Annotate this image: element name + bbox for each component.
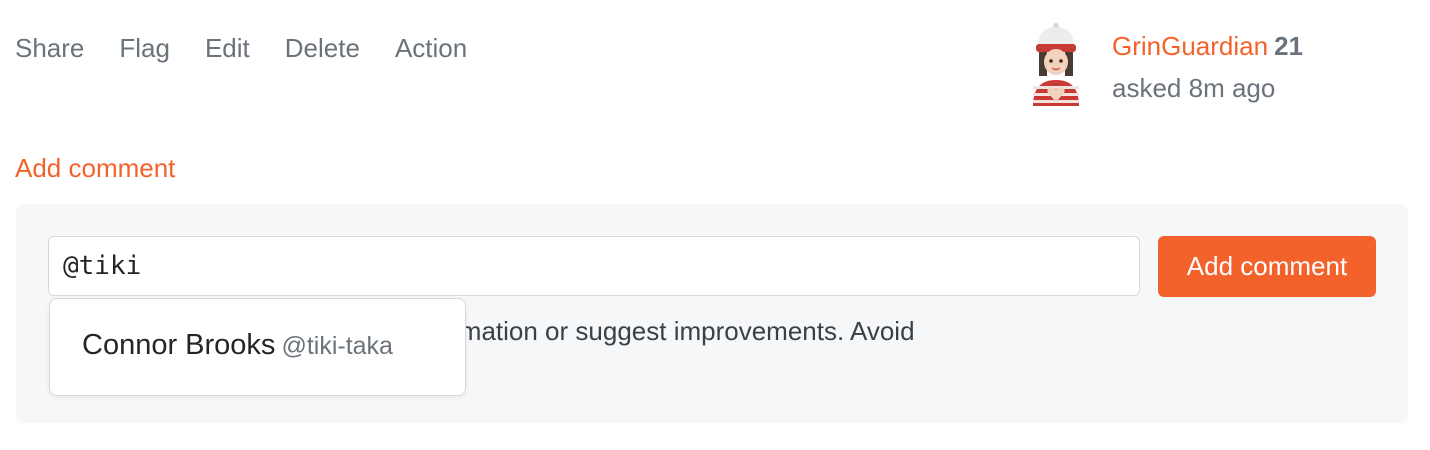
- share-link[interactable]: Share: [15, 30, 84, 66]
- edit-link[interactable]: Edit: [205, 30, 250, 66]
- avatar[interactable]: [1025, 22, 1087, 106]
- mention-user-name: Connor Brooks: [82, 329, 276, 361]
- post-menu: Share Flag Edit Delete Action: [15, 30, 502, 66]
- flag-link[interactable]: Flag: [119, 30, 170, 66]
- comment-input[interactable]: [48, 236, 1140, 296]
- user-card: GrinGuardian 21 asked 8m ago: [1025, 22, 1425, 112]
- author-name-link[interactable]: GrinGuardian: [1112, 31, 1268, 61]
- delete-link[interactable]: Delete: [285, 30, 360, 66]
- mention-suggestion-item[interactable]: Connor Brooks @tiki-taka: [82, 329, 393, 362]
- action-link[interactable]: Action: [395, 30, 467, 66]
- mention-suggestions-dropdown: Connor Brooks @tiki-taka: [49, 298, 466, 396]
- avatar-emoji-icon: [1033, 23, 1079, 106]
- user-name-line: GrinGuardian 21: [1112, 30, 1303, 62]
- reputation-score: 21: [1274, 31, 1303, 61]
- asked-timestamp: asked 8m ago: [1112, 73, 1276, 103]
- comment-form: Add comment Use comments to ask for more…: [16, 204, 1408, 423]
- add-comment-button[interactable]: Add comment: [1158, 236, 1376, 297]
- add-comment-link[interactable]: Add comment: [15, 150, 175, 186]
- mention-user-handle: @tiki-taka: [281, 332, 393, 360]
